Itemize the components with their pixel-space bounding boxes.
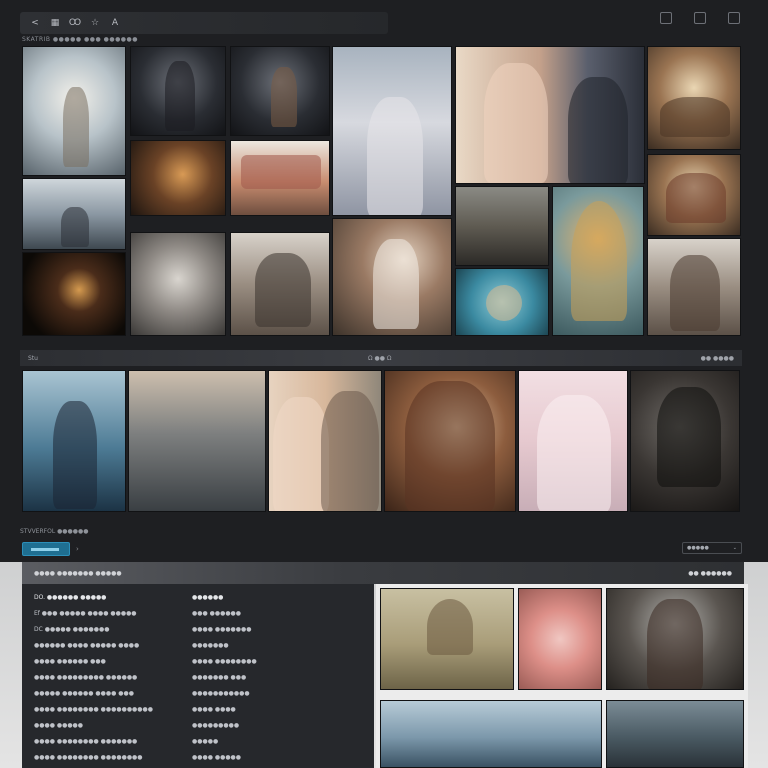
gallery-tile[interactable]	[647, 46, 741, 150]
gallery-tile[interactable]	[630, 370, 740, 512]
metadata-row: ●●●●●●	[192, 594, 224, 601]
gallery-tile[interactable]	[230, 232, 330, 336]
breadcrumb: SKATRIB ●●●●● ●●● ●●●●●●	[22, 36, 139, 43]
metadata-row: ●●●● ●●●●●●●	[192, 626, 252, 633]
gallery-tile[interactable]	[332, 46, 452, 216]
metadata-row: ●●●●●●●	[192, 642, 229, 649]
gallery-tile[interactable]	[518, 370, 628, 512]
sort-select-value: ●●●●●	[687, 545, 709, 551]
page-icon[interactable]	[660, 12, 672, 24]
gallery-tile[interactable]	[518, 588, 602, 690]
metadata-row: ●●●●●● ●●●● ●●●●● ●●●●	[34, 642, 140, 649]
detail-gallery	[376, 584, 748, 768]
image-icon[interactable]: Ꝏ	[69, 18, 81, 28]
metadata-row: ●●●● ●●●●●●●●	[192, 658, 257, 665]
gallery-tile[interactable]	[380, 588, 514, 690]
gallery-tile[interactable]	[647, 154, 741, 236]
metadata-row: ●●●● ●●●●●	[192, 754, 242, 761]
metadata-row: ●●●●●	[192, 738, 219, 745]
metadata-row: ●●●● ●●●●	[192, 706, 236, 713]
gallery-tile[interactable]	[606, 588, 744, 690]
gallery-tile[interactable]	[332, 218, 452, 336]
gallery-tile[interactable]	[380, 700, 602, 768]
detail-header: ●●●● ●●●●●●● ●●●●● ●● ●●●●●●	[22, 562, 744, 584]
gallery-tile[interactable]	[128, 370, 266, 512]
text-icon[interactable]: A	[110, 18, 120, 28]
detail-metadata-panel: DO. ●●●●●● ●●●●● Ef ●●● ●●●●● ●●●● ●●●●● D…	[22, 584, 374, 768]
metadata-row: DO. ●●●●●● ●●●●●	[34, 594, 107, 601]
gallery-tile[interactable]	[268, 370, 382, 512]
metadata-row: ●●●●● ●●●●●● ●●●● ●●●	[34, 690, 134, 697]
gallery-tile[interactable]	[455, 268, 549, 336]
metadata-row: ●●●● ●●●●●●●● ●●●●●●●●●●	[34, 706, 153, 713]
section-bar-center[interactable]: Ω ●● Ω	[368, 355, 391, 362]
gallery-tile[interactable]	[130, 46, 226, 136]
top-toolbar: < ▦ Ꝏ ☆ A	[20, 12, 388, 34]
filter-icon[interactable]	[694, 12, 706, 24]
detail-header-right[interactable]: ●● ●●●●●●	[688, 570, 732, 577]
gallery-tile[interactable]	[455, 46, 645, 184]
panel-title: STVVERFOL ●●●●●●	[20, 528, 89, 535]
gallery-tile[interactable]	[22, 252, 126, 336]
metadata-row: ●●●● ●●●●●	[34, 722, 84, 729]
metadata-right-column: ●●●●●● ●●● ●●●●●● ●●●● ●●●●●●● ●●●●●●● ●●●● …	[192, 594, 257, 768]
metadata-row: ●●● ●●●●●●	[192, 610, 242, 617]
metadata-row: ●●●● ●●●●●●●●● ●●●●●●	[34, 674, 138, 681]
gallery-tile[interactable]	[230, 140, 330, 216]
star-icon[interactable]: ☆	[90, 18, 100, 28]
gallery-tile[interactable]	[22, 370, 126, 512]
detail-header-left: ●●●● ●●●●●●● ●●●●●	[34, 569, 122, 577]
primary-button[interactable]	[22, 542, 70, 556]
section-bar-left: Stu	[28, 354, 38, 362]
metadata-row: ●●●●●●● ●●●	[192, 674, 247, 681]
section-bar: Stu Ω ●● Ω ●● ●●●●	[20, 350, 742, 366]
metadata-row: DC ●●●●● ●●●●●●●	[34, 626, 110, 633]
share-icon[interactable]	[728, 12, 740, 24]
gallery-tile[interactable]	[22, 178, 126, 250]
gallery-tile[interactable]	[606, 700, 744, 768]
gallery-tile[interactable]	[130, 232, 226, 336]
gallery-tile[interactable]	[230, 46, 330, 136]
metadata-row: ●●●●●●●●●	[192, 722, 240, 729]
gallery-tile[interactable]	[455, 186, 549, 266]
sort-select[interactable]: ●●●●● ⌄	[682, 542, 742, 554]
chevron-right-icon[interactable]: ›	[76, 545, 79, 553]
metadata-left-column: DO. ●●●●●● ●●●●● Ef ●●● ●●●●● ●●●● ●●●●● D…	[34, 594, 153, 768]
metadata-row: Ef ●●● ●●●●● ●●●● ●●●●●	[34, 610, 137, 617]
gallery-tile[interactable]	[384, 370, 516, 512]
metadata-row: ●●●● ●●●●●●●● ●●●●●●●●	[34, 754, 143, 761]
top-right-actions	[660, 12, 740, 24]
gallery-tile[interactable]	[22, 46, 126, 176]
primary-button-label	[31, 548, 59, 551]
section-bar-right[interactable]: ●● ●●●●	[701, 355, 734, 362]
chevron-down-icon: ⌄	[732, 545, 737, 551]
gallery-tile[interactable]	[647, 238, 741, 336]
gallery-tile[interactable]	[552, 186, 644, 336]
metadata-row: ●●●● ●●●●●●●● ●●●●●●●	[34, 738, 138, 745]
back-icon[interactable]: <	[30, 18, 40, 28]
metadata-row: ●●●●●●●●●●●	[192, 690, 250, 697]
grid-icon[interactable]: ▦	[50, 18, 60, 28]
metadata-row: ●●●● ●●●●●● ●●●	[34, 658, 106, 665]
gallery-tile[interactable]	[130, 140, 226, 216]
